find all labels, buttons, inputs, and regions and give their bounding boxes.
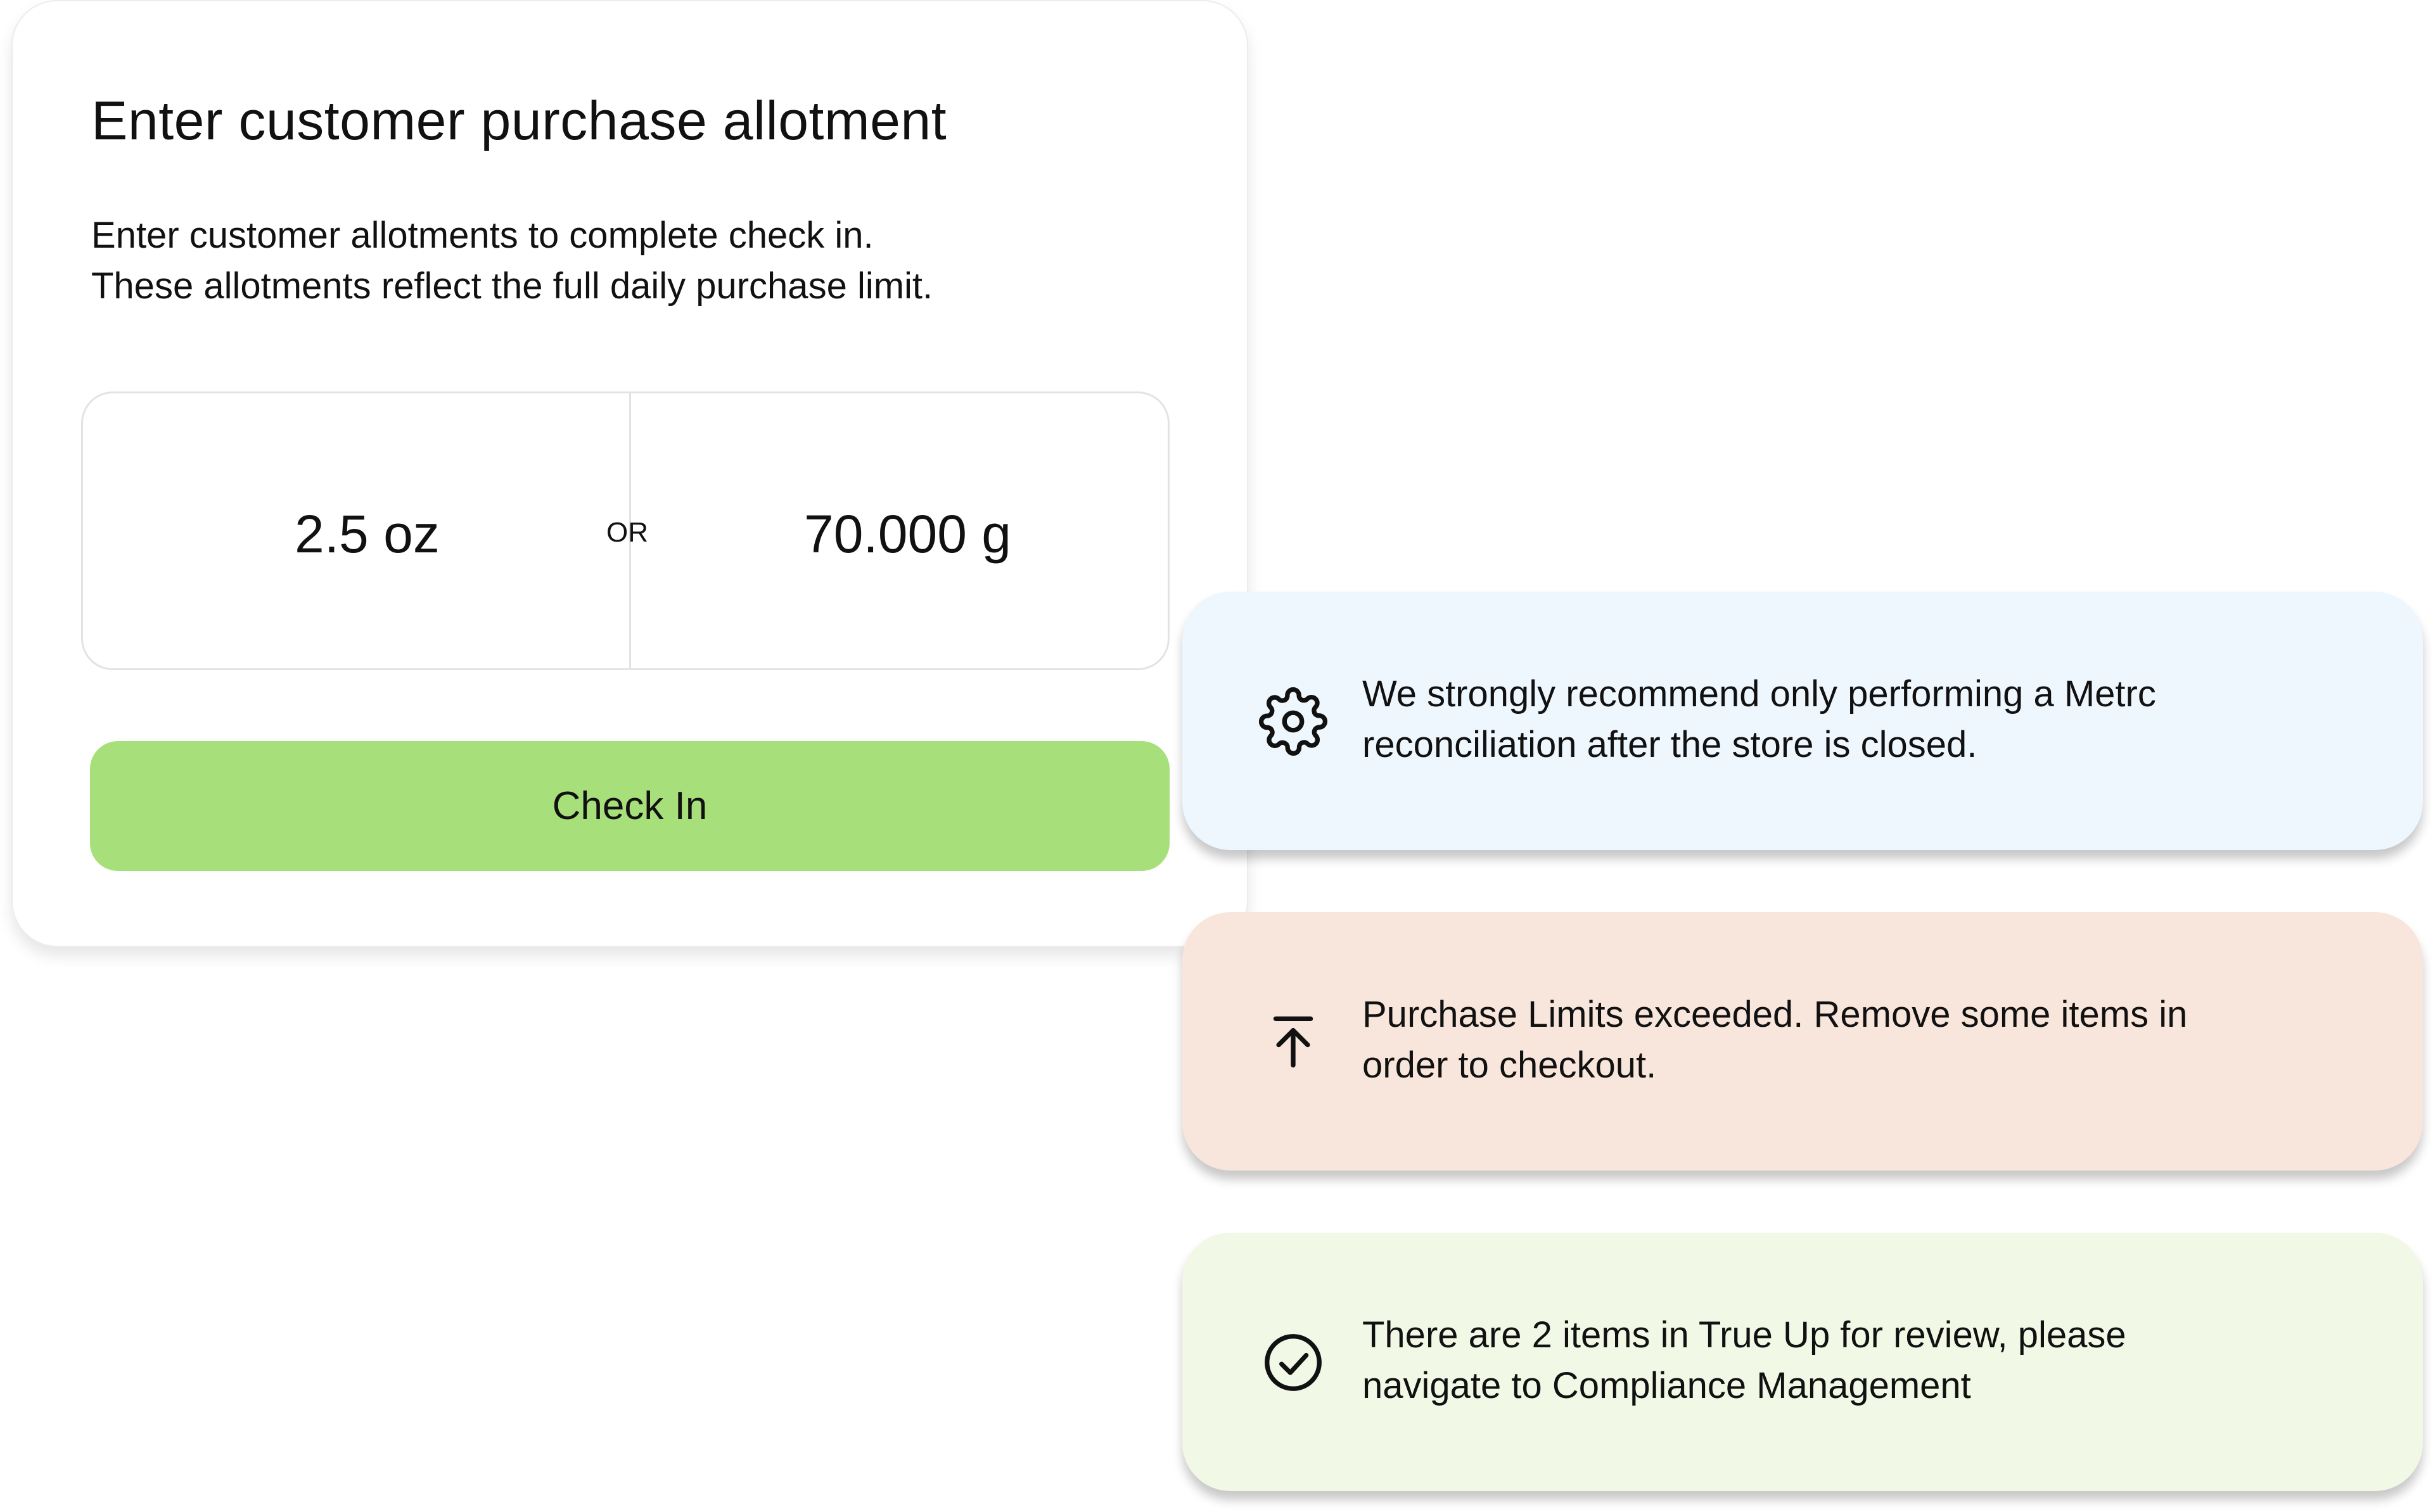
notice-message: Purchase Limits exceeded. Remove some it… <box>1362 989 2187 1091</box>
allotment-card: Enter customer purchase allotment Enter … <box>11 0 1248 947</box>
allotment-grams-field[interactable]: 70.000 g <box>804 507 1011 561</box>
arrow-up-to-bar-icon <box>1258 1007 1328 1077</box>
gear-icon <box>1258 687 1328 756</box>
card-description-line-1: Enter customer allotments to complete ch… <box>91 215 874 256</box>
canvas: Enter customer purchase allotment Enter … <box>0 0 2433 1512</box>
allotment-or-separator: OR <box>606 517 648 548</box>
notice-message-line-2: reconciliation after the store is closed… <box>1362 724 1977 765</box>
card-description: Enter customer allotments to complete ch… <box>91 210 933 312</box>
notice-purchase-limits: Purchase Limits exceeded. Remove some it… <box>1182 912 2423 1171</box>
notice-message-line-1: There are 2 items in True Up for review,… <box>1362 1314 2126 1356</box>
card-title: Enter customer purchase allotment <box>91 91 947 151</box>
allotment-ounces-field[interactable]: 2.5 oz <box>295 507 440 561</box>
card-description-line-2: These allotments reflect the full daily … <box>91 265 933 307</box>
notice-true-up-review: There are 2 items in True Up for review,… <box>1182 1233 2423 1491</box>
notice-message-line-2: order to checkout. <box>1362 1045 1657 1086</box>
check-in-button[interactable]: Check In <box>90 741 1170 871</box>
notice-metrc-reconciliation: We strongly recommend only performing a … <box>1182 592 2423 850</box>
notice-message: We strongly recommend only performing a … <box>1362 669 2156 770</box>
notice-message: There are 2 items in True Up for review,… <box>1362 1310 2126 1411</box>
notice-message-line-1: We strongly recommend only performing a … <box>1362 673 2156 715</box>
check-circle-icon <box>1258 1328 1328 1397</box>
notice-message-line-2: navigate to Compliance Management <box>1362 1365 1971 1406</box>
notice-message-line-1: Purchase Limits exceeded. Remove some it… <box>1362 994 2188 1035</box>
allotment-input-group: 2.5 oz OR 70.000 g <box>81 391 1170 670</box>
